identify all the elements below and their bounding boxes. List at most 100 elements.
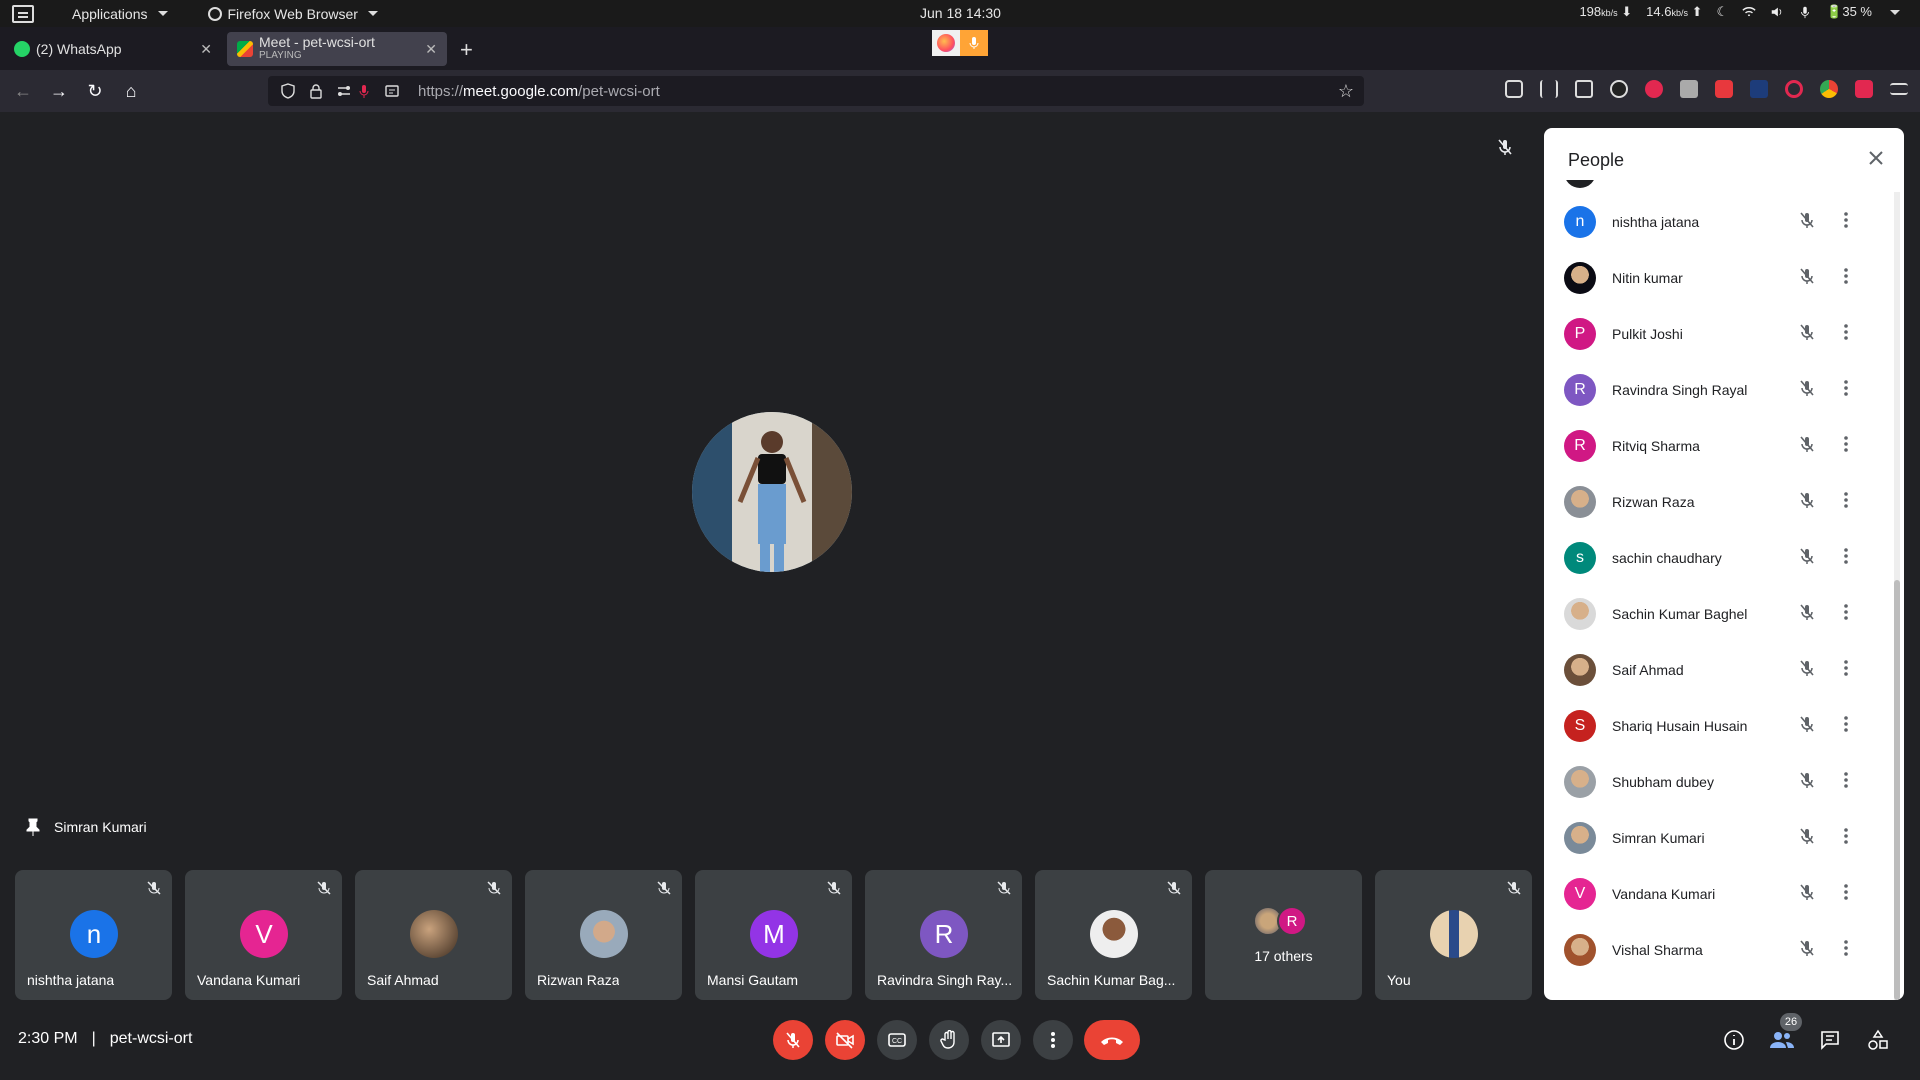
participant-list-item[interactable]: P Pulkit Joshi <box>1544 306 1894 362</box>
bookmark-star-icon[interactable]: ☆ <box>1338 81 1354 102</box>
close-icon[interactable]: ✕ <box>425 41 437 58</box>
participant-list-item[interactable]: Nitin kumar <box>1544 250 1894 306</box>
participant-list-item[interactable]: V Vandana Kumari <box>1544 866 1894 922</box>
sidebar-icon[interactable] <box>1575 80 1593 98</box>
tab-whatsapp[interactable]: (2) WhatsApp ✕ <box>4 32 222 66</box>
library-icon[interactable] <box>1540 80 1558 98</box>
mic-off-icon[interactable] <box>1798 323 1816 346</box>
extension-cursor-icon[interactable] <box>1750 80 1768 98</box>
sharing-indicator[interactable] <box>932 30 988 56</box>
adblock-icon[interactable] <box>1715 80 1733 98</box>
close-panel-button[interactable] <box>1864 146 1888 170</box>
more-vert-icon[interactable] <box>1844 211 1848 233</box>
mic-off-icon[interactable] <box>1798 435 1816 458</box>
mic-off-icon[interactable] <box>1798 771 1816 794</box>
others-tile[interactable]: R 17 others <box>1205 870 1362 1000</box>
microphone-icon[interactable] <box>1798 5 1812 19</box>
volume-icon[interactable] <box>1770 5 1784 19</box>
participant-list-item[interactable]: S Shariq Husain Husain <box>1544 698 1894 754</box>
more-vert-icon[interactable] <box>1844 883 1848 905</box>
participant-list-item[interactable]: Saif Ahmad <box>1544 642 1894 698</box>
mic-off-icon[interactable] <box>1798 491 1816 514</box>
youtube-icon[interactable] <box>1855 80 1873 98</box>
battery-status[interactable]: 🔋35 % <box>1826 4 1872 20</box>
captions-button[interactable]: CC <box>877 1020 917 1060</box>
more-vert-icon[interactable] <box>1844 827 1848 849</box>
page-info-icon[interactable] <box>384 83 400 99</box>
home-button[interactable]: ⌂ <box>120 80 142 102</box>
close-icon[interactable]: ✕ <box>200 41 212 58</box>
reload-button[interactable]: ↻ <box>84 80 106 102</box>
more-vert-icon[interactable] <box>1844 435 1848 457</box>
camera-toggle-button[interactable] <box>825 1020 865 1060</box>
self-tile[interactable]: You <box>1375 870 1532 1000</box>
applications-menu[interactable]: Applications <box>72 6 168 22</box>
participant-tile[interactable]: M Mansi Gautam <box>695 870 852 1000</box>
microphone-in-use-icon[interactable] <box>356 83 372 99</box>
mic-off-icon[interactable] <box>1798 939 1816 962</box>
microphone-toggle-button[interactable] <box>773 1020 813 1060</box>
participant-tile[interactable]: Sachin Kumar Bag... <box>1035 870 1192 1000</box>
mic-off-icon[interactable] <box>1798 603 1816 626</box>
menu-icon[interactable] <box>1890 83 1908 95</box>
extension-grey-icon[interactable] <box>1680 80 1698 98</box>
chat-button[interactable] <box>1816 1026 1844 1054</box>
mic-off-icon[interactable] <box>1798 379 1816 402</box>
more-vert-icon[interactable] <box>1844 603 1848 625</box>
more-vert-icon[interactable] <box>1844 659 1848 681</box>
chrome-icon[interactable] <box>1820 80 1838 98</box>
participant-tile[interactable]: Rizwan Raza <box>525 870 682 1000</box>
more-vert-icon[interactable] <box>1844 379 1848 401</box>
participant-tile[interactable]: Saif Ahmad <box>355 870 512 1000</box>
participant-list-item[interactable]: Rizwan Raza <box>1544 474 1894 530</box>
mic-off-icon[interactable] <box>1798 211 1816 234</box>
more-options-button[interactable] <box>1033 1020 1073 1060</box>
lock-icon[interactable] <box>308 83 324 99</box>
people-list[interactable]: n nishtha jatana Nitin kumar P Pulkit Joshi R… <box>1544 180 1894 1000</box>
mic-off-icon[interactable] <box>1798 659 1816 682</box>
participant-list-item[interactable]: Simran Kumari <box>1544 810 1894 866</box>
mic-off-icon[interactable] <box>1798 267 1816 290</box>
mic-off-icon[interactable] <box>1798 883 1816 906</box>
mic-off-icon[interactable] <box>1798 547 1816 570</box>
mic-off-icon[interactable] <box>1798 715 1816 738</box>
back-button[interactable]: ← <box>12 80 34 102</box>
participant-list-item[interactable]: s sachin chaudhary <box>1544 530 1894 586</box>
permissions-icon[interactable] <box>336 83 352 99</box>
pin-icon[interactable] <box>26 818 40 836</box>
participant-list-item[interactable]: Shubham dubey <box>1544 754 1894 810</box>
participant-tile[interactable]: V Vandana Kumari <box>185 870 342 1000</box>
url-bar[interactable]: https://meet.google.com/pet-wcsi-ort ☆ <box>268 76 1364 106</box>
more-vert-icon[interactable] <box>1844 267 1848 289</box>
browser-app-menu[interactable]: Firefox Web Browser <box>207 6 378 22</box>
meeting-info-button[interactable] <box>1720 1026 1748 1054</box>
system-clock[interactable]: Jun 18 14:30 <box>920 5 1001 21</box>
more-vert-icon[interactable] <box>1844 323 1848 345</box>
leave-call-button[interactable] <box>1084 1020 1140 1060</box>
shield-icon[interactable] <box>280 83 296 99</box>
record-icon[interactable] <box>1785 80 1803 98</box>
more-vert-icon[interactable] <box>1844 939 1848 961</box>
mic-off-icon[interactable] <box>1798 827 1816 850</box>
wifi-icon[interactable] <box>1742 5 1756 19</box>
participant-list-item[interactable]: Vishal Sharma <box>1544 922 1894 978</box>
chevron-down-icon[interactable] <box>1890 9 1900 15</box>
participant-list-item[interactable]: n nishtha jatana <box>1544 194 1894 250</box>
participant-list-item[interactable]: R Ravindra Singh Rayal <box>1544 362 1894 418</box>
url-text[interactable]: https://meet.google.com/pet-wcsi-ort <box>418 83 660 100</box>
raise-hand-button[interactable] <box>929 1020 969 1060</box>
night-mode-icon[interactable]: ☾ <box>1717 4 1729 20</box>
pocket-icon[interactable] <box>1505 80 1523 98</box>
more-vert-icon[interactable] <box>1844 547 1848 569</box>
extension-red-icon[interactable] <box>1645 80 1663 98</box>
new-tab-button[interactable]: + <box>460 37 473 63</box>
forward-button[interactable]: → <box>48 80 70 102</box>
more-vert-icon[interactable] <box>1844 715 1848 737</box>
scrollbar-thumb[interactable] <box>1894 580 1900 1000</box>
tab-meet[interactable]: Meet - pet-wcsi-ort PLAYING ✕ <box>227 32 447 66</box>
participant-list-item[interactable]: Sachin Kumar Baghel <box>1544 586 1894 642</box>
more-vert-icon[interactable] <box>1844 771 1848 793</box>
participant-tile[interactable]: n nishtha jatana <box>15 870 172 1000</box>
desktop-apps-icon[interactable] <box>12 4 34 23</box>
activities-button[interactable] <box>1864 1026 1892 1054</box>
